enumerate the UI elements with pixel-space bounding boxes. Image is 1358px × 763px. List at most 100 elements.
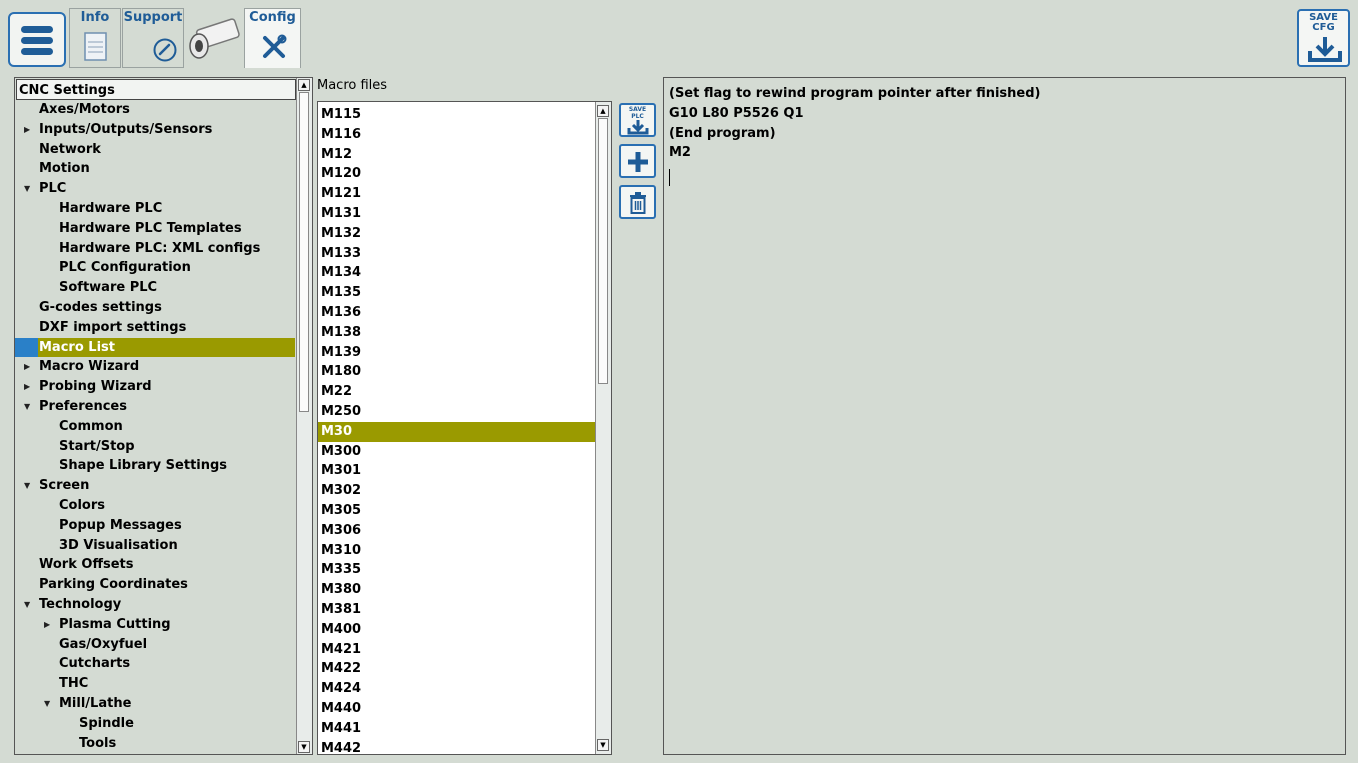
macro-file-item[interactable]: M138 [318,323,598,343]
macro-file-item[interactable]: M440 [318,699,598,719]
tree-item[interactable]: Gas/Oxyfuel [15,635,295,655]
tree-item[interactable]: Macro List [15,337,295,358]
expand-arrow-icon[interactable]: ▼ [24,179,30,199]
tree-item[interactable]: Parking Coordinates [15,575,295,595]
macro-file-item[interactable]: M422 [318,659,598,679]
tree-item[interactable]: Software PLC [15,278,295,298]
tree-item[interactable]: ▶ Plasma Cutting [15,615,295,635]
tree-item[interactable]: Motion [15,159,295,179]
macro-file-item[interactable]: M301 [318,461,598,481]
tree-item[interactable]: Hardware PLC: XML configs [15,239,295,259]
tree-item[interactable]: Start/Stop [15,437,295,457]
macro-file-item[interactable]: M335 [318,560,598,580]
macro-file-item[interactable]: M134 [318,263,598,283]
macro-file-item[interactable]: M421 [318,640,598,660]
tree-item[interactable]: Tools [15,734,295,754]
macro-file-item[interactable]: M133 [318,244,598,264]
tree-item[interactable]: ▼ Preferences [15,397,295,417]
settings-tree[interactable]: CNC Settings Axes/Motors ▶ Inputs/Outputs/… [14,77,313,755]
macro-file-item[interactable]: M306 [318,521,598,541]
macro-file-item[interactable]: M400 [318,620,598,640]
expand-arrow-icon[interactable]: ▼ [44,694,50,714]
tree-item[interactable]: Work Offsets [15,555,295,575]
macro-file-item[interactable]: M310 [318,541,598,561]
tree-item[interactable]: Spindle [15,714,295,734]
tree-item[interactable]: Network [15,140,295,160]
macro-file-item[interactable]: M132 [318,224,598,244]
tree-scrollbar[interactable]: ▲ ▼ [296,78,312,754]
expand-arrow-icon[interactable]: ▼ [24,595,30,615]
tree-item[interactable]: Hardware PLC Templates [15,219,295,239]
expand-arrow-icon[interactable]: ▼ [24,476,30,496]
macro-file-item[interactable]: M12 [318,145,598,165]
tree-item[interactable]: ▼ Technology [15,595,295,615]
macro-file-item[interactable]: M441 [318,719,598,739]
scroll-down-arrow-icon[interactable]: ▼ [597,739,609,751]
tree-item[interactable]: DXF import settings [15,318,295,338]
delete-macro-button[interactable] [619,185,656,219]
tree-item[interactable]: PLC Configuration [15,258,295,278]
macro-file-item[interactable]: M305 [318,501,598,521]
expand-arrow-icon[interactable]: ▼ [24,397,30,417]
collapse-arrow-icon[interactable]: ▶ [24,377,30,397]
macro-file-item[interactable]: M135 [318,283,598,303]
tree-item[interactable]: Colors [15,496,295,516]
macro-file-item[interactable]: M180 [318,362,598,382]
tree-header[interactable]: CNC Settings [16,79,296,100]
macro-file-item[interactable]: M115 [318,105,598,125]
tree-item[interactable]: ▼ Mill/Lathe [15,694,295,714]
collapse-arrow-icon[interactable]: ▶ [44,615,50,635]
macro-file-item[interactable]: M30 [318,421,598,442]
save-plc-label-1: SAVE [628,106,647,113]
macro-file-item[interactable]: M131 [318,204,598,224]
macro-file-item[interactable]: M250 [318,402,598,422]
tree-item[interactable]: ▶ Macro Wizard [15,357,295,377]
scroll-thumb[interactable] [299,92,309,412]
collapse-arrow-icon[interactable]: ▶ [24,120,30,140]
save-plc-button[interactable]: SAVE PLC [619,103,656,137]
tab-support[interactable]: Support [122,8,184,68]
macro-editor[interactable]: (Set flag to rewind program pointer afte… [663,77,1346,755]
macro-files-list[interactable]: M115 M116 M12 M120 M121 M131 M132 M133 M134 M135 M… [317,101,612,755]
tree-item[interactable]: Cutcharts [15,654,295,674]
scroll-down-arrow-icon[interactable]: ▼ [298,741,310,753]
tree-item[interactable]: Common [15,417,295,437]
macro-files-label: Macro files [317,78,388,93]
code-line: (End program) [669,125,776,141]
tree-item[interactable]: ▼ Screen [15,476,295,496]
collapse-arrow-icon[interactable]: ▶ [24,357,30,377]
macro-file-item[interactable]: M424 [318,679,598,699]
scroll-up-arrow-icon[interactable]: ▲ [298,79,310,91]
scroll-up-arrow-icon[interactable]: ▲ [597,105,609,117]
tree-item[interactable]: G-codes settings [15,298,295,318]
macro-file-item[interactable]: M381 [318,600,598,620]
tree-item[interactable]: THC [15,674,295,694]
tab-info[interactable]: Info [69,8,121,68]
tree-item[interactable]: Popup Messages [15,516,295,536]
macro-file-item[interactable]: M116 [318,125,598,145]
tree-item-label: Technology [39,597,122,612]
add-macro-button[interactable] [619,144,656,178]
tree-item[interactable]: 3D Visualisation [15,536,295,556]
macro-file-item[interactable]: M302 [318,481,598,501]
tree-item[interactable]: ▶ Probing Wizard [15,377,295,397]
macro-list-scrollbar[interactable]: ▲ ▼ [595,102,611,754]
macro-file-item[interactable]: M22 [318,382,598,402]
macro-file-item[interactable]: M136 [318,303,598,323]
tree-item[interactable]: ▼ PLC [15,179,295,199]
macro-file-item[interactable]: M380 [318,580,598,600]
scroll-thumb[interactable] [598,118,608,384]
main-menu-button[interactable] [8,12,66,67]
tree-item[interactable]: Axes/Motors [15,100,295,120]
tree-item[interactable]: ▶ Inputs/Outputs/Sensors [15,120,295,140]
save-config-button[interactable]: SAVE CFG [1297,9,1350,67]
tab-config[interactable]: Config [244,8,301,68]
tree-item[interactable]: Shape Library Settings [15,456,295,476]
macro-file-item[interactable]: M121 [318,184,598,204]
macro-file-item[interactable]: M300 [318,442,598,462]
macro-file-item[interactable]: M139 [318,343,598,363]
macro-file-item[interactable]: M120 [318,164,598,184]
tree-item[interactable]: Hardware PLC [15,199,295,219]
menu-icon-bar [21,48,53,55]
macro-file-item[interactable]: M442 [318,739,598,754]
